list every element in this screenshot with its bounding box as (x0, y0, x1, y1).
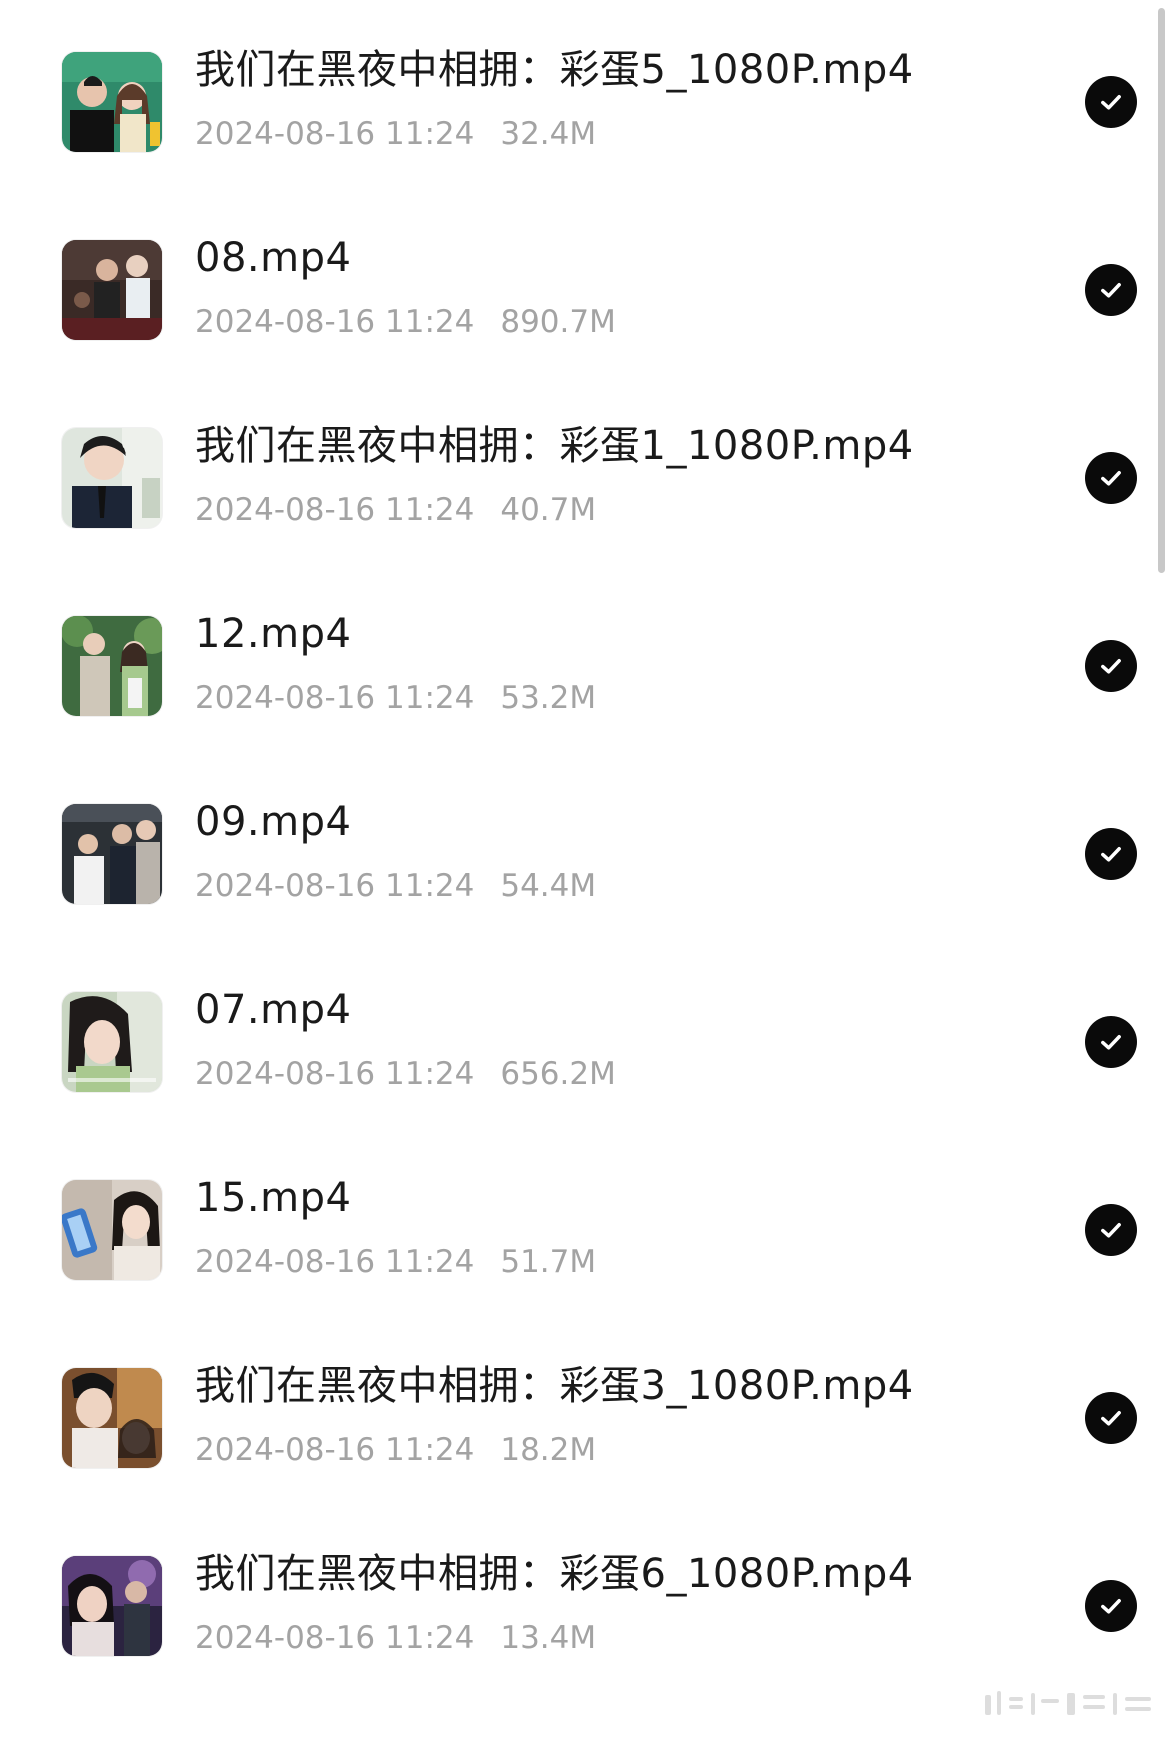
file-list: 我们在黑夜中相拥：彩蛋5_1080P.mp4 2024-08-16 11:24 3… (0, 0, 1170, 1728)
file-date: 2024-08-16 11:24 (195, 1056, 475, 1092)
file-name: 09.mp4 (195, 799, 352, 845)
file-meta: 2024-08-16 11:24 53.2M (195, 679, 596, 717)
video-thumbnail-icon (62, 992, 162, 1092)
selected-checkmark-icon[interactable] (1085, 1580, 1137, 1632)
file-row[interactable]: 08.mp4 2024-08-16 11:24 890.7M (0, 235, 1170, 428)
selected-checkmark-icon[interactable] (1085, 1392, 1137, 1444)
file-meta: 2024-08-16 11:24 13.4M (195, 1619, 596, 1657)
selected-checkmark-icon[interactable] (1085, 1016, 1137, 1068)
file-date: 2024-08-16 11:24 (195, 1620, 475, 1656)
watermark-icon (975, 1685, 1165, 1721)
video-thumbnail-icon (62, 52, 162, 152)
file-size: 13.4M (500, 1620, 597, 1656)
file-name: 我们在黑夜中相拥：彩蛋1_1080P.mp4 (195, 423, 914, 469)
file-date: 2024-08-16 11:24 (195, 492, 475, 528)
video-thumbnail-icon (62, 616, 162, 716)
file-row[interactable]: 我们在黑夜中相拥：彩蛋1_1080P.mp4 2024-08-16 11:24 4… (0, 423, 1170, 616)
video-thumbnail-icon (62, 428, 162, 528)
file-size: 890.7M (500, 304, 616, 340)
file-row[interactable]: 我们在黑夜中相拥：彩蛋3_1080P.mp4 2024-08-16 11:24 1… (0, 1363, 1170, 1556)
video-thumbnail-icon (62, 240, 162, 340)
file-date: 2024-08-16 11:24 (195, 304, 475, 340)
file-date: 2024-08-16 11:24 (195, 868, 475, 904)
file-date: 2024-08-16 11:24 (195, 680, 475, 716)
selected-checkmark-icon[interactable] (1085, 76, 1137, 128)
file-row[interactable]: 09.mp4 2024-08-16 11:24 54.4M (0, 799, 1170, 992)
file-size: 656.2M (500, 1056, 616, 1092)
file-size: 54.4M (500, 868, 597, 904)
selected-checkmark-icon[interactable] (1085, 264, 1137, 316)
file-name: 我们在黑夜中相拥：彩蛋6_1080P.mp4 (195, 1551, 914, 1597)
file-row[interactable]: 12.mp4 2024-08-16 11:24 53.2M (0, 611, 1170, 804)
file-name: 15.mp4 (195, 1175, 352, 1221)
file-meta: 2024-08-16 11:24 32.4M (195, 115, 596, 153)
file-size: 32.4M (500, 116, 597, 152)
file-name: 我们在黑夜中相拥：彩蛋5_1080P.mp4 (195, 47, 914, 93)
file-size: 53.2M (500, 680, 597, 716)
video-thumbnail-icon (62, 1556, 162, 1656)
selected-checkmark-icon[interactable] (1085, 1204, 1137, 1256)
file-row[interactable]: 我们在黑夜中相拥：彩蛋5_1080P.mp4 2024-08-16 11:24 3… (0, 47, 1170, 240)
file-row[interactable]: 15.mp4 2024-08-16 11:24 51.7M (0, 1175, 1170, 1368)
selected-checkmark-icon[interactable] (1085, 452, 1137, 504)
file-meta: 2024-08-16 11:24 54.4M (195, 867, 596, 905)
file-date: 2024-08-16 11:24 (195, 1244, 475, 1280)
selected-checkmark-icon[interactable] (1085, 828, 1137, 880)
file-size: 18.2M (500, 1432, 597, 1468)
file-size: 51.7M (500, 1244, 597, 1280)
file-meta: 2024-08-16 11:24 18.2M (195, 1431, 596, 1469)
video-thumbnail-icon (62, 1180, 162, 1280)
file-date: 2024-08-16 11:24 (195, 1432, 475, 1468)
file-name: 我们在黑夜中相拥：彩蛋3_1080P.mp4 (195, 1363, 914, 1409)
file-size: 40.7M (500, 492, 597, 528)
video-thumbnail-icon (62, 1368, 162, 1468)
file-meta: 2024-08-16 11:24 51.7M (195, 1243, 596, 1281)
vertical-scrollbar[interactable] (1158, 8, 1165, 573)
selected-checkmark-icon[interactable] (1085, 640, 1137, 692)
file-meta: 2024-08-16 11:24 656.2M (195, 1055, 616, 1093)
video-thumbnail-icon (62, 804, 162, 904)
file-row[interactable]: 07.mp4 2024-08-16 11:24 656.2M (0, 987, 1170, 1180)
file-name: 08.mp4 (195, 235, 352, 281)
file-date: 2024-08-16 11:24 (195, 116, 475, 152)
file-meta: 2024-08-16 11:24 40.7M (195, 491, 596, 529)
file-meta: 2024-08-16 11:24 890.7M (195, 303, 616, 341)
file-name: 07.mp4 (195, 987, 352, 1033)
file-name: 12.mp4 (195, 611, 352, 657)
